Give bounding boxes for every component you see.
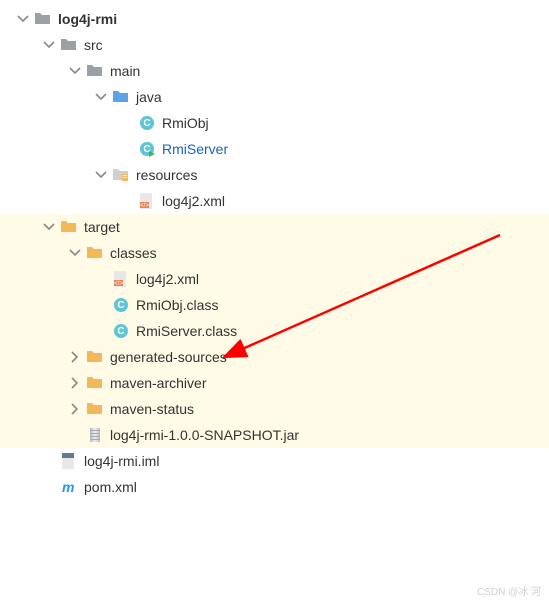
chevron-down-icon[interactable] bbox=[40, 36, 58, 54]
chevron-down-icon[interactable] bbox=[14, 10, 32, 28]
excluded-folder-icon bbox=[86, 244, 104, 262]
chevron-down-icon[interactable] bbox=[40, 218, 58, 236]
jar-file-icon bbox=[86, 426, 104, 444]
tree-label: log4j2.xml bbox=[136, 271, 199, 287]
excluded-folder-icon bbox=[60, 218, 78, 236]
chevron-right-icon[interactable] bbox=[66, 374, 84, 392]
tree-node-main[interactable]: main bbox=[0, 58, 549, 84]
tree-label: log4j-rmi bbox=[58, 11, 117, 27]
tree-label: main bbox=[110, 63, 140, 79]
folder-icon bbox=[34, 10, 52, 28]
xml-file-icon bbox=[112, 270, 130, 288]
chevron-right-icon[interactable] bbox=[66, 348, 84, 366]
tree-node-classes[interactable]: classes bbox=[0, 240, 549, 266]
tree-node-jar[interactable]: log4j-rmi-1.0.0-SNAPSHOT.jar bbox=[0, 422, 549, 448]
class-icon bbox=[112, 322, 130, 340]
tree-node-rmiserver[interactable]: RmiServer bbox=[0, 136, 549, 162]
excluded-folder-icon bbox=[86, 374, 104, 392]
tree-node-log4j2xml-class[interactable]: log4j2.xml bbox=[0, 266, 549, 292]
tree-label: RmiServer.class bbox=[136, 323, 237, 339]
tree-node-iml[interactable]: log4j-rmi.iml bbox=[0, 448, 549, 474]
tree-label: resources bbox=[136, 167, 197, 183]
tree-label: log4j-rmi.iml bbox=[84, 453, 159, 469]
tree-label: pom.xml bbox=[84, 479, 137, 495]
tree-node-root[interactable]: log4j-rmi bbox=[0, 6, 549, 32]
folder-icon bbox=[86, 62, 104, 80]
tree-label: java bbox=[136, 89, 162, 105]
tree-label: classes bbox=[110, 245, 157, 261]
tree-label: log4j-rmi-1.0.0-SNAPSHOT.jar bbox=[110, 427, 299, 443]
class-runnable-icon bbox=[138, 140, 156, 158]
chevron-right-icon[interactable] bbox=[66, 400, 84, 418]
tree-node-log4j2xml[interactable]: log4j2.xml bbox=[0, 188, 549, 214]
tree-node-maven-archiver[interactable]: maven-archiver bbox=[0, 370, 549, 396]
tree-node-java[interactable]: java bbox=[0, 84, 549, 110]
iml-file-icon bbox=[60, 452, 78, 470]
tree-node-rmiobj-class[interactable]: RmiObj.class bbox=[0, 292, 549, 318]
resources-folder-icon bbox=[112, 166, 130, 184]
tree-node-target[interactable]: target bbox=[0, 214, 549, 240]
tree-node-src[interactable]: src bbox=[0, 32, 549, 58]
tree-node-rmiobj[interactable]: RmiObj bbox=[0, 110, 549, 136]
tree-label: maven-archiver bbox=[110, 375, 206, 391]
tree-label: log4j2.xml bbox=[162, 193, 225, 209]
tree-node-pom[interactable]: pom.xml bbox=[0, 474, 549, 500]
tree-label: src bbox=[84, 37, 103, 53]
excluded-folder-icon bbox=[86, 348, 104, 366]
maven-icon bbox=[60, 478, 78, 496]
tree-label: RmiObj.class bbox=[136, 297, 218, 313]
chevron-down-icon[interactable] bbox=[92, 88, 110, 106]
tree-node-rmiserver-class[interactable]: RmiServer.class bbox=[0, 318, 549, 344]
tree-label: generated-sources bbox=[110, 349, 227, 365]
folder-icon bbox=[60, 36, 78, 54]
tree-label: RmiObj bbox=[162, 115, 209, 131]
chevron-down-icon[interactable] bbox=[66, 62, 84, 80]
tree-node-resources[interactable]: resources bbox=[0, 162, 549, 188]
source-folder-icon bbox=[112, 88, 130, 106]
tree-node-maven-status[interactable]: maven-status bbox=[0, 396, 549, 422]
class-icon bbox=[138, 114, 156, 132]
chevron-down-icon[interactable] bbox=[66, 244, 84, 262]
tree-label: maven-status bbox=[110, 401, 194, 417]
tree-label: RmiServer bbox=[162, 141, 228, 157]
class-icon bbox=[112, 296, 130, 314]
tree-label: target bbox=[84, 219, 120, 235]
excluded-folder-icon bbox=[86, 400, 104, 418]
xml-file-icon bbox=[138, 192, 156, 210]
watermark: CSDN @冰 河 bbox=[477, 583, 541, 598]
tree-node-generated-sources[interactable]: generated-sources bbox=[0, 344, 549, 370]
chevron-down-icon[interactable] bbox=[92, 166, 110, 184]
